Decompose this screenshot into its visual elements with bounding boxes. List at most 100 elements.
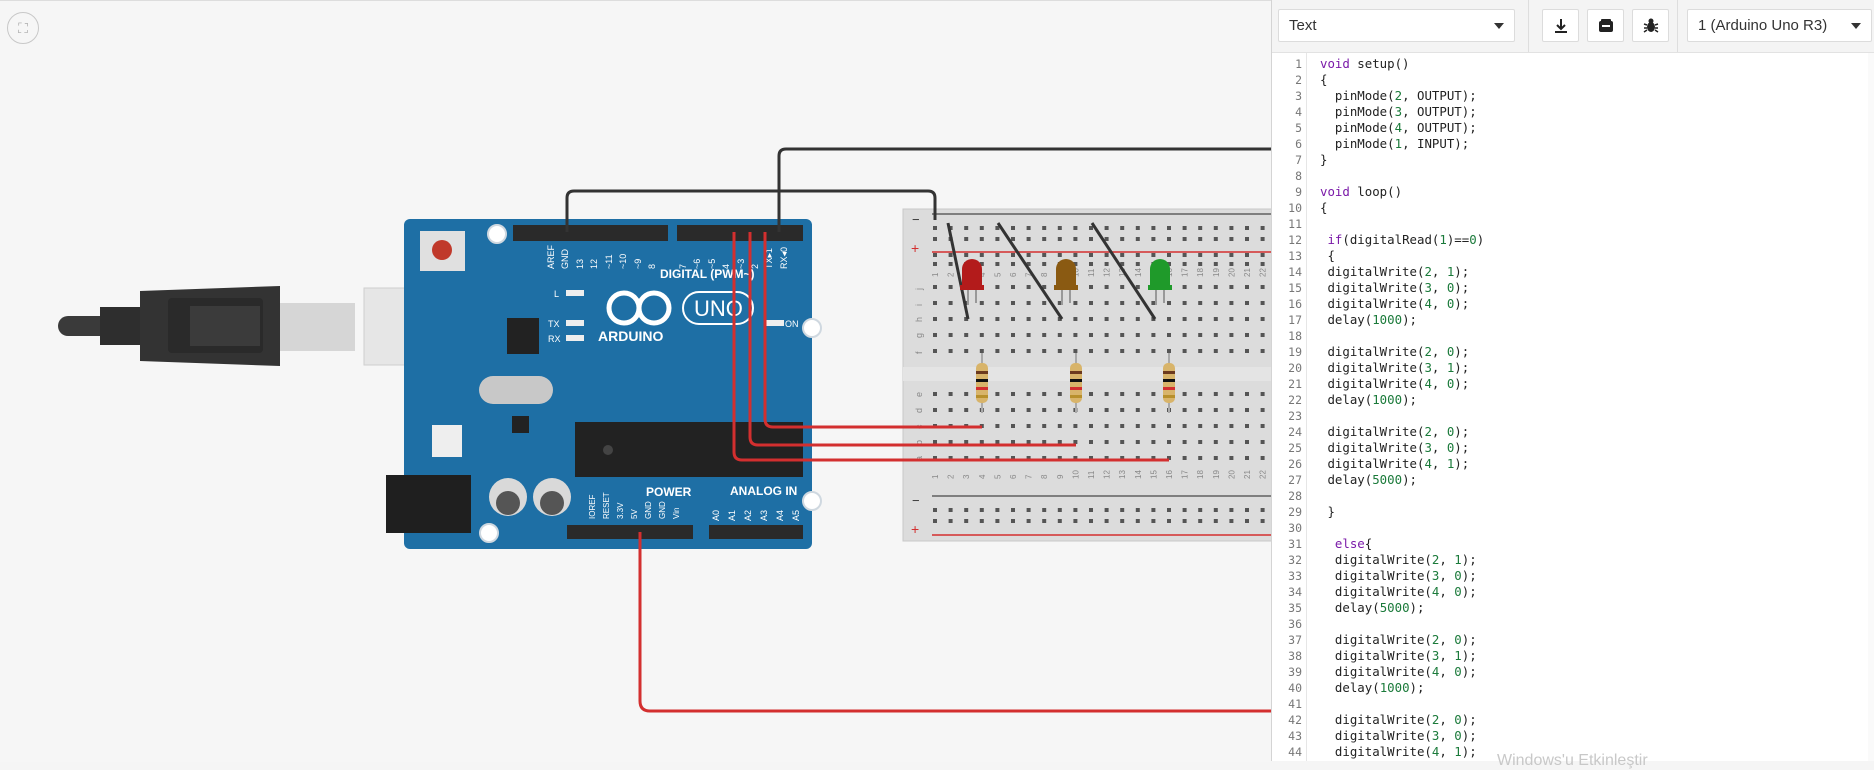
breadboard-hole[interactable] (933, 519, 937, 523)
breadboard-hole[interactable] (1011, 317, 1015, 321)
code-line[interactable]: digitalWrite(2, 0); (1320, 712, 1477, 728)
breadboard-hole[interactable] (1167, 519, 1171, 523)
breadboard-hole[interactable] (1057, 349, 1062, 353)
breadboard-hole[interactable] (948, 285, 953, 289)
breadboard-hole[interactable] (1089, 317, 1093, 321)
breadboard-hole[interactable] (1057, 408, 1062, 412)
breadboard-hole[interactable] (1104, 392, 1109, 396)
breadboard-hole[interactable] (1167, 349, 1171, 353)
breadboard-hole[interactable] (1229, 440, 1234, 444)
breadboard-hole[interactable] (1104, 301, 1109, 305)
breadboard-hole[interactable] (1213, 508, 1218, 512)
breadboard-hole[interactable] (948, 408, 953, 412)
breadboard-hole[interactable] (1213, 424, 1218, 428)
breadboard-hole[interactable] (933, 392, 937, 396)
breadboard-hole[interactable] (995, 424, 1000, 428)
breadboard-hole[interactable] (1182, 237, 1187, 241)
breadboard-hole[interactable] (1011, 519, 1015, 523)
breadboard-hole[interactable] (948, 349, 953, 353)
breadboard-hole[interactable] (995, 333, 1000, 337)
breadboard-hole[interactable] (1245, 262, 1249, 266)
breadboard-hole[interactable] (1167, 333, 1171, 337)
breadboard-hole[interactable] (1167, 317, 1171, 321)
breadboard-hole[interactable] (964, 440, 969, 444)
breadboard-hole[interactable] (1198, 262, 1203, 266)
breadboard-hole[interactable] (1120, 333, 1125, 337)
breadboard-hole[interactable] (1104, 424, 1109, 428)
breadboard-hole[interactable] (1151, 424, 1156, 428)
breadboard-hole[interactable] (1260, 333, 1265, 337)
breadboard-hole[interactable] (1182, 408, 1187, 412)
breadboard-hole[interactable] (1089, 285, 1093, 289)
code-line[interactable]: pinMode(2, OUTPUT); (1320, 88, 1477, 104)
code-line[interactable]: digitalWrite(3, 0); (1320, 568, 1477, 584)
code-line[interactable]: pinMode(1, INPUT); (1320, 136, 1469, 152)
breadboard-hole[interactable] (979, 519, 984, 523)
breadboard-hole[interactable] (964, 333, 969, 337)
breadboard-hole[interactable] (1198, 317, 1203, 321)
code-line[interactable]: digitalWrite(3, 1); (1320, 360, 1469, 376)
breadboard-hole[interactable] (1213, 253, 1218, 257)
breadboard-hole[interactable] (1245, 424, 1249, 428)
breadboard-hole[interactable] (1229, 456, 1234, 460)
breadboard-hole[interactable] (1167, 301, 1171, 305)
breadboard-hole[interactable] (948, 440, 953, 444)
breadboard-hole[interactable] (948, 317, 953, 321)
code-line[interactable]: digitalWrite(4, 0); (1320, 584, 1477, 600)
breadboard-hole[interactable] (979, 508, 984, 512)
breadboard-hole[interactable] (1042, 237, 1047, 241)
code-line[interactable]: delay(5000); (1320, 600, 1425, 616)
breadboard-hole[interactable] (1011, 392, 1015, 396)
breadboard-hole[interactable] (1073, 508, 1078, 512)
breadboard-hole[interactable] (1089, 253, 1093, 257)
code-line[interactable]: digitalWrite(3, 0); (1320, 280, 1469, 296)
breadboard-hole[interactable] (1182, 456, 1187, 460)
circuit-diagram[interactable]: ARDUINO UNO DIGITAL (PWM~) POWER ANALOG … (0, 1, 1271, 762)
code-line[interactable]: else{ (1320, 536, 1372, 552)
code-line[interactable]: void setup() (1320, 56, 1410, 72)
breadboard-hole[interactable] (1104, 333, 1109, 337)
code-line[interactable]: delay(1000); (1320, 312, 1417, 328)
code-line[interactable]: pinMode(3, OUTPUT); (1320, 104, 1477, 120)
breadboard-hole[interactable] (979, 237, 984, 241)
breadboard-hole[interactable] (1026, 333, 1031, 337)
breadboard-hole[interactable] (1011, 508, 1015, 512)
breadboard-hole[interactable] (1057, 253, 1062, 257)
code-line[interactable]: delay(1000); (1320, 680, 1425, 696)
breadboard-hole[interactable] (1213, 262, 1218, 266)
breadboard-hole[interactable] (1245, 317, 1249, 321)
code-line[interactable]: digitalWrite(2, 0); (1320, 424, 1469, 440)
breadboard-hole[interactable] (995, 301, 1000, 305)
led[interactable] (962, 259, 982, 289)
breadboard-hole[interactable] (1073, 237, 1078, 241)
breadboard-hole[interactable] (1042, 301, 1047, 305)
breadboard-hole[interactable] (1213, 519, 1218, 523)
breadboard-hole[interactable] (1120, 237, 1125, 241)
breadboard-hole[interactable] (1260, 349, 1265, 353)
code-line[interactable]: digitalWrite(4, 0); (1320, 664, 1477, 680)
breadboard-hole[interactable] (933, 262, 937, 266)
breadboard-hole[interactable] (933, 333, 937, 337)
breadboard-hole[interactable] (1245, 349, 1249, 353)
breadboard-hole[interactable] (1042, 349, 1047, 353)
breadboard-hole[interactable] (1135, 317, 1140, 321)
breadboard-hole[interactable] (979, 317, 984, 321)
breadboard-hole[interactable] (1229, 349, 1234, 353)
code-line[interactable]: if(digitalRead(1)==0) (1320, 232, 1484, 248)
breadboard-hole[interactable] (1229, 301, 1234, 305)
fit-to-view-button[interactable]: ⛶ (7, 12, 39, 44)
code-line[interactable]: void loop() (1320, 184, 1402, 200)
breadboard-hole[interactable] (1089, 301, 1093, 305)
breadboard-hole[interactable] (1198, 349, 1203, 353)
breadboard-hole[interactable] (1120, 226, 1125, 230)
code-line[interactable]: digitalWrite(3, 0); (1320, 728, 1477, 744)
breadboard-hole[interactable] (1057, 519, 1062, 523)
code-line[interactable]: digitalWrite(3, 1); (1320, 648, 1477, 664)
breadboard-hole[interactable] (1135, 408, 1140, 412)
breadboard-hole[interactable] (1057, 508, 1062, 512)
led[interactable] (1056, 259, 1076, 289)
breadboard-hole[interactable] (948, 333, 953, 337)
breadboard-hole[interactable] (1151, 226, 1156, 230)
breadboard-hole[interactable] (1104, 508, 1109, 512)
breadboard-hole[interactable] (1011, 262, 1015, 266)
